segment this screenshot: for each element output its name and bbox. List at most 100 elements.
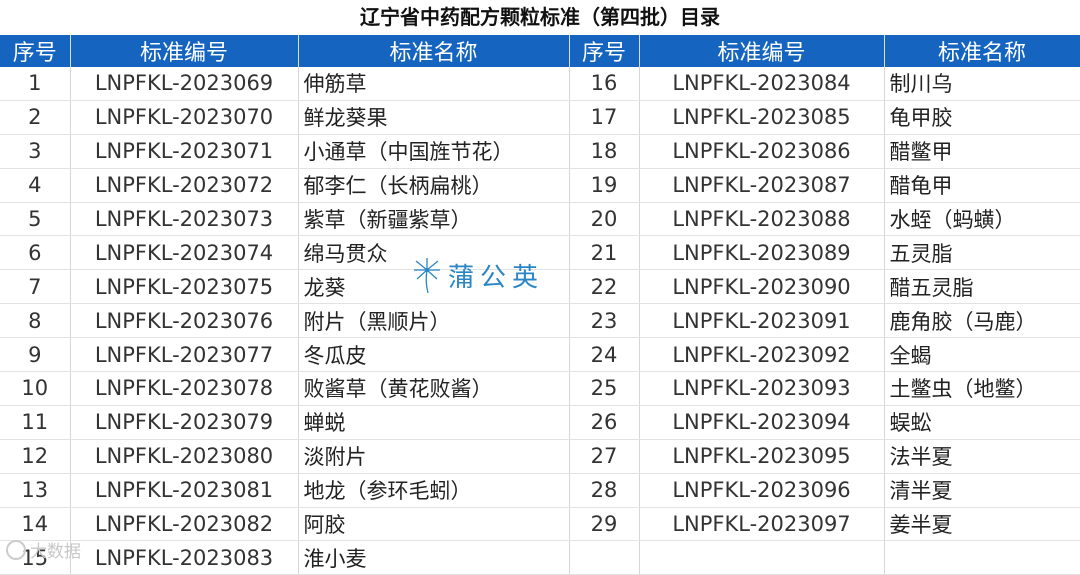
- seq-cell: 20: [569, 202, 640, 237]
- code-cell: LNPFKL-2023089: [639, 235, 885, 271]
- table-row: 2 LNPFKL-2023070 鲜龙葵果 17 LNPFKL-2023085 龟甲胶: [0, 100, 1080, 135]
- code-cell: LNPFKL-2023084: [639, 67, 885, 101]
- header-row: 序号 标准编号 标准名称 序号 标准编号 标准名称: [0, 35, 1080, 67]
- code-cell: LNPFKL-2023083: [70, 540, 299, 575]
- seq-cell: 22: [569, 269, 640, 305]
- seq-cell: 28: [569, 473, 640, 508]
- table-row: 8 LNPFKL-2023076 附片（黑顺片） 23 LNPFKL-2023091 鹿角…: [0, 303, 1080, 339]
- seq-cell: [569, 540, 640, 575]
- seq-cell: 9: [0, 337, 71, 373]
- name-cell: 附片（黑顺片）: [298, 303, 570, 339]
- seq-cell: 23: [569, 303, 640, 339]
- seq-cell: 14: [0, 507, 71, 542]
- name-cell: 五灵脂: [884, 235, 1080, 271]
- name-cell: 龟甲胶: [884, 100, 1080, 135]
- name-cell: 醋五灵脂: [884, 269, 1080, 305]
- code-cell: LNPFKL-2023086: [639, 134, 885, 169]
- seq-cell: 1: [0, 67, 71, 101]
- header-seq-left: 序号: [0, 35, 71, 67]
- table-row: 10 LNPFKL-2023078 败酱草（黄花败酱） 25 LNPFKL-202309…: [0, 371, 1080, 406]
- code-cell: LNPFKL-2023088: [639, 202, 885, 237]
- code-cell: LNPFKL-2023074: [70, 235, 299, 271]
- code-cell: LNPFKL-2023081: [70, 473, 299, 508]
- watermark-logo-icon: [6, 539, 26, 560]
- name-cell: 鲜龙葵果: [298, 100, 570, 135]
- code-cell: LNPFKL-2023093: [639, 371, 885, 406]
- header-name-left: 标准名称: [298, 35, 570, 67]
- code-cell: LNPFKL-2023073: [70, 202, 299, 237]
- standards-table: 序号 标准编号 标准名称 序号 标准编号 标准名称 1 LNPFKL-202306…: [0, 35, 1080, 575]
- header-code-left: 标准编号: [70, 35, 299, 67]
- code-cell: LNPFKL-2023096: [639, 473, 885, 508]
- table-row: 5 LNPFKL-2023073 紫草（新疆紫草） 20 LNPFKL-2023088 水…: [0, 202, 1080, 237]
- seq-cell: 12: [0, 439, 71, 474]
- code-cell: LNPFKL-2023072: [70, 168, 299, 203]
- name-cell: 淮小麦: [298, 540, 570, 575]
- code-cell: LNPFKL-2023091: [639, 303, 885, 339]
- name-cell: 伸筋草: [298, 67, 570, 101]
- name-cell: 姜半夏: [884, 507, 1080, 542]
- table-row: 3 LNPFKL-2023071 小通草（中国旌节花） 18 LNPFKL-202308…: [0, 134, 1080, 169]
- name-cell: 蜈蚣: [884, 405, 1080, 440]
- seq-cell: 7: [0, 269, 71, 305]
- table-row: 11 LNPFKL-2023079 蝉蜕 26 LNPFKL-2023094 蜈蚣: [0, 405, 1080, 440]
- seq-cell: 27: [569, 439, 640, 474]
- code-cell: LNPFKL-2023094: [639, 405, 885, 440]
- name-cell: 淡附片: [298, 439, 570, 474]
- dandelion-icon: [414, 258, 440, 294]
- name-cell: [884, 540, 1080, 575]
- name-cell: 败酱草（黄花败酱）: [298, 371, 570, 406]
- seq-cell: 18: [569, 134, 640, 169]
- table-row: 9 LNPFKL-2023077 冬瓜皮 24 LNPFKL-2023092 全蝎: [0, 337, 1080, 373]
- seq-cell: 3: [0, 134, 71, 169]
- header-seq-right: 序号: [569, 35, 640, 67]
- name-cell: 郁李仁（长柄扁桃）: [298, 168, 570, 203]
- table-row: 14 LNPFKL-2023082 阿胶 29 LNPFKL-2023097 姜半夏: [0, 507, 1080, 542]
- seq-cell: 21: [569, 235, 640, 271]
- seq-cell: 17: [569, 100, 640, 135]
- code-cell: LNPFKL-2023087: [639, 168, 885, 203]
- seq-cell: 26: [569, 405, 640, 440]
- seq-cell: 19: [569, 168, 640, 203]
- seq-cell: 10: [0, 371, 71, 406]
- code-cell: LNPFKL-2023077: [70, 337, 299, 373]
- name-cell: 土鳖虫（地鳖）: [884, 371, 1080, 406]
- name-cell: 阿胶: [298, 507, 570, 542]
- name-cell: 法半夏: [884, 439, 1080, 474]
- table-row: 15 LNPFKL-2023083 淮小麦: [0, 540, 1080, 575]
- code-cell: LNPFKL-2023076: [70, 303, 299, 339]
- code-cell: LNPFKL-2023082: [70, 507, 299, 542]
- name-cell: 冬瓜皮: [298, 337, 570, 373]
- seq-cell: 29: [569, 507, 640, 542]
- code-cell: LNPFKL-2023092: [639, 337, 885, 373]
- code-cell: LNPFKL-2023075: [70, 269, 299, 305]
- header-name-right: 标准名称: [884, 35, 1080, 67]
- name-cell: 小通草（中国旌节花）: [298, 134, 570, 169]
- name-cell: 水蛭（蚂蟥）: [884, 202, 1080, 237]
- table-row: 13 LNPFKL-2023081 地龙（参环毛蚓） 28 LNPFKL-2023096…: [0, 473, 1080, 508]
- name-cell: 地龙（参环毛蚓）: [298, 473, 570, 508]
- dandelion-watermark: 蒲公英: [412, 256, 544, 294]
- code-cell: LNPFKL-2023097: [639, 507, 885, 542]
- seq-cell: 16: [569, 67, 640, 101]
- code-cell: LNPFKL-2023070: [70, 100, 299, 135]
- code-cell: LNPFKL-2023079: [70, 405, 299, 440]
- seq-cell: 5: [0, 202, 71, 237]
- name-cell: 紫草（新疆紫草）: [298, 202, 570, 237]
- code-cell: LNPFKL-2023085: [639, 100, 885, 135]
- table-row: 1 LNPFKL-2023069 伸筋草 16 LNPFKL-2023084 制川乌: [0, 67, 1080, 101]
- code-cell: LNPFKL-2023069: [70, 67, 299, 101]
- code-cell: LNPFKL-2023080: [70, 439, 299, 474]
- name-cell: 清半夏: [884, 473, 1080, 508]
- seq-cell: 24: [569, 337, 640, 373]
- seq-cell: 2: [0, 100, 71, 135]
- corner-watermark-text: 大数据: [30, 542, 81, 562]
- code-cell: LNPFKL-2023071: [70, 134, 299, 169]
- seq-cell: 11: [0, 405, 71, 440]
- name-cell: 全蝎: [884, 337, 1080, 373]
- seq-cell: 13: [0, 473, 71, 508]
- seq-cell: 25: [569, 371, 640, 406]
- name-cell: 制川乌: [884, 67, 1080, 101]
- seq-cell: 4: [0, 168, 71, 203]
- name-cell: 蝉蜕: [298, 405, 570, 440]
